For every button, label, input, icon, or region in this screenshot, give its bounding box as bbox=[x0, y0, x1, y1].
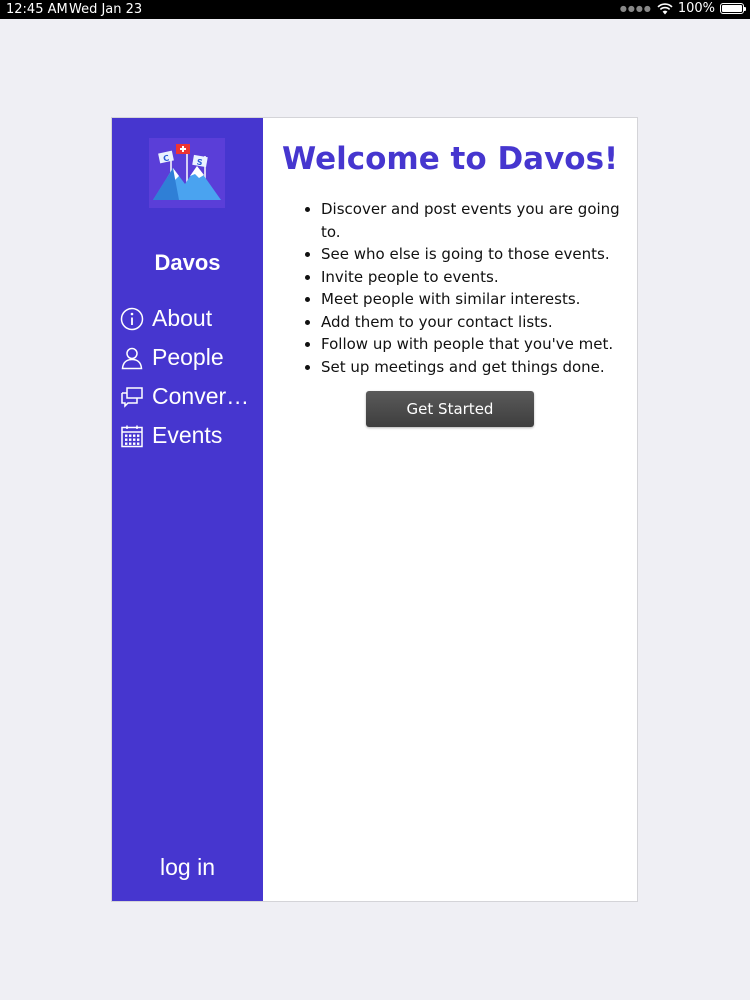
davos-logo-icon: C S bbox=[149, 138, 225, 208]
conversations-icon bbox=[121, 386, 143, 408]
info-icon bbox=[120, 307, 144, 330]
list-item: Meet people with similar interests. bbox=[321, 288, 631, 311]
sidebar-item-people[interactable]: People bbox=[120, 344, 224, 371]
app-name: Davos bbox=[154, 250, 221, 275]
sidebar: C S Davos About People Conversa Events l… bbox=[112, 118, 263, 901]
list-item: Discover and post events you are going t… bbox=[321, 198, 631, 243]
sidebar-item-events[interactable]: Events bbox=[120, 422, 222, 449]
status-date: Wed Jan 23 bbox=[69, 2, 143, 17]
app-frame: C S Davos About People Conversa Events l… bbox=[111, 117, 638, 902]
status-time: 12:45 AM bbox=[6, 2, 68, 17]
battery-percent: 100% bbox=[677, 1, 715, 16]
person-icon bbox=[121, 347, 143, 369]
main-content: Welcome to Davos! Discover and post even… bbox=[263, 118, 637, 901]
calendar-icon bbox=[121, 425, 143, 447]
status-indicators: ●●●● 100% bbox=[619, 1, 746, 16]
sidebar-item-about[interactable]: About bbox=[120, 305, 212, 332]
signal-icon: ●●●● bbox=[619, 4, 652, 13]
page-title: Welcome to Davos! bbox=[282, 141, 619, 177]
sidebar-item-label: People bbox=[152, 344, 224, 370]
feature-list: Discover and post events you are going t… bbox=[303, 198, 631, 378]
list-item: Set up meetings and get things done. bbox=[321, 356, 631, 379]
list-item: Follow up with people that you've met. bbox=[321, 333, 631, 356]
wifi-icon bbox=[657, 2, 673, 14]
sidebar-item-label: About bbox=[152, 305, 213, 331]
list-item: Add them to your contact lists. bbox=[321, 311, 631, 334]
sidebar-item-label: Conversations bbox=[152, 383, 252, 409]
sidebar-item-label: Events bbox=[152, 422, 223, 448]
status-bar: 12:45 AM Wed Jan 23 ●●●● 100% bbox=[0, 0, 750, 19]
sidebar-item-conversations[interactable]: Conversations bbox=[120, 383, 252, 410]
list-item: Invite people to events. bbox=[321, 266, 631, 289]
get-started-button[interactable]: Get Started bbox=[366, 391, 534, 427]
list-item: See who else is going to those events. bbox=[321, 243, 631, 266]
battery-icon bbox=[720, 3, 746, 14]
login-link[interactable]: log in bbox=[112, 854, 263, 881]
